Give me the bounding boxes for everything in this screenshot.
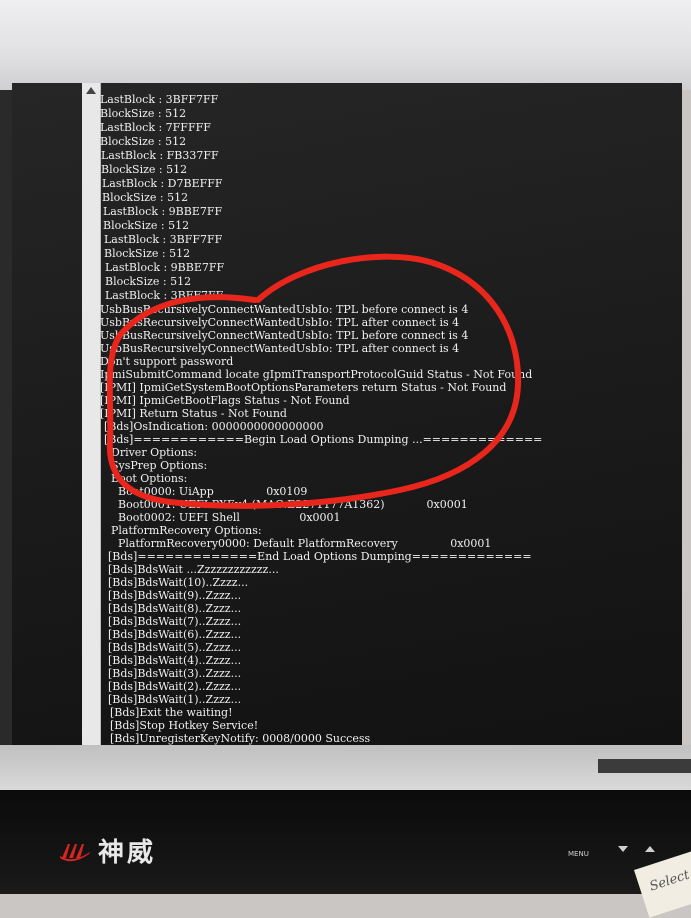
scroll-up-arrow-icon[interactable]	[86, 87, 96, 94]
console-scrollbar[interactable]	[82, 83, 101, 745]
menu-down-button-icon[interactable]	[618, 846, 628, 852]
monitor-left-bezel	[0, 90, 12, 810]
wall-background	[0, 0, 691, 90]
brand-name: 神威	[98, 838, 157, 868]
taskbar	[0, 745, 691, 790]
tray-box	[598, 759, 691, 773]
menu-up-button-icon[interactable]	[645, 846, 655, 852]
monitor-screen	[12, 83, 682, 745]
monitor-brand: 神威	[58, 832, 156, 869]
sticky-note-text: Select	[647, 867, 691, 895]
brand-logo-icon	[60, 843, 90, 861]
monitor-menu-label: MENU	[568, 850, 589, 858]
